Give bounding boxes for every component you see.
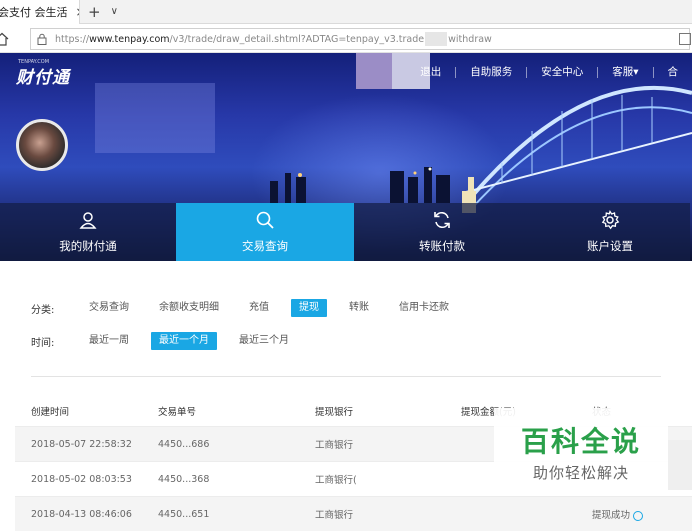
category-option[interactable]: 信用卡还款 <box>391 299 457 317</box>
category-option[interactable]: 转账 <box>341 299 377 317</box>
time-option[interactable]: 最近三个月 <box>231 332 297 350</box>
main-nav: 我的财付通 交易查询 转账付款 账户设置 <box>0 203 692 261</box>
category-label: 分类: <box>31 301 81 316</box>
success-icon <box>633 511 643 521</box>
tab-title: 会支付 会生活 <box>0 4 68 20</box>
redacted-block <box>668 440 692 490</box>
tab-my-tenpay[interactable]: 我的财付通 <box>0 203 176 261</box>
tab-account-settings[interactable]: 账户设置 <box>530 203 690 261</box>
cell-trade-id: 4450...686 <box>158 439 315 450</box>
cell-bank: 工商银行 <box>315 507 461 521</box>
time-option[interactable]: 最近一周 <box>81 332 137 350</box>
time-filter: 时间: 最近一周 最近一个月 最近三个月 <box>31 331 471 351</box>
url-tail: withdraw <box>448 34 492 45</box>
cell-bank: 工商银行( <box>315 472 461 486</box>
category-option-selected[interactable]: 提现 <box>291 299 327 317</box>
header-trade-id: 交易单号 <box>158 404 315 418</box>
home-icon[interactable] <box>0 32 9 46</box>
reader-view-icon[interactable] <box>679 33 691 45</box>
cell-status: 提现成功 <box>592 507 692 521</box>
hero-banner: TENPAY.COM 财付通 退出 自助服务 安全中心 客服▾ 合 <box>0 53 692 261</box>
table-row[interactable]: 2018-04-13 08:46:06 4450...651 工商银行 提现成功 <box>15 496 692 531</box>
category-filter: 分类: 交易查询 余额收支明细 充值 提现 转账 信用卡还款 <box>31 298 471 318</box>
cell-time: 2018-05-02 08:03:53 <box>15 474 158 485</box>
filters-panel: 分类: 交易查询 余额收支明细 充值 提现 转账 信用卡还款 时间: 最近一周 … <box>31 298 471 364</box>
watermark-sub: 助你轻松解决 <box>494 462 668 483</box>
redacted-block <box>356 53 392 89</box>
url-input[interactable]: https://www.tenpay.com/v3/trade/draw_det… <box>30 28 690 50</box>
header-bank: 提现银行 <box>315 404 461 418</box>
nav-logout[interactable]: 退出 <box>406 67 455 78</box>
tenpay-logo[interactable]: TENPAY.COM 财付通 <box>16 63 70 88</box>
time-option-selected[interactable]: 最近一个月 <box>151 332 217 350</box>
new-tab-icon[interactable]: + <box>88 3 101 21</box>
url-redaction <box>425 32 447 46</box>
tab-close-icon[interactable]: × <box>76 5 81 19</box>
logo-small-text: TENPAY.COM <box>18 59 49 65</box>
tab-label: 交易查询 <box>242 238 288 254</box>
url-host: www.tenpay.com <box>89 34 169 45</box>
category-option[interactable]: 余额收支明细 <box>151 299 227 317</box>
bridge-illustration <box>462 73 692 213</box>
address-bar: https://www.tenpay.com/v3/trade/draw_det… <box>0 25 692 53</box>
tab-transaction-query[interactable]: 交易查询 <box>176 203 354 261</box>
divider <box>31 376 661 377</box>
category-option[interactable]: 充值 <box>241 299 277 317</box>
browser-tab[interactable]: 会支付 会生活 × <box>0 0 80 24</box>
watermark-logo: 百科全说 助你轻松解决 <box>494 408 668 492</box>
header-created-time: 创建时间 <box>15 404 158 418</box>
tab-label: 转账付款 <box>419 238 465 254</box>
category-option[interactable]: 交易查询 <box>81 299 137 317</box>
cell-trade-id: 4450...368 <box>158 474 315 485</box>
lock-icon <box>37 33 47 45</box>
user-icon <box>78 210 98 230</box>
browser-tabbar: 会支付 会生活 × + ∨ <box>0 0 692 24</box>
tab-label: 我的财付通 <box>59 238 117 254</box>
tab-list-icon[interactable]: ∨ <box>111 6 118 17</box>
gear-icon <box>600 210 620 230</box>
logo-text: 财付通 <box>16 68 70 88</box>
url-path: /v3/trade/draw_detail.shtml?ADTAG=tenpay… <box>170 34 425 45</box>
status-text: 提现成功 <box>592 510 630 521</box>
watermark-main: 百科全说 <box>494 420 668 460</box>
search-icon <box>255 210 275 230</box>
refresh-icon <box>432 210 452 230</box>
cell-time: 2018-05-07 22:58:32 <box>15 439 158 450</box>
tab-transfer-payment[interactable]: 转账付款 <box>354 203 530 261</box>
time-label: 时间: <box>31 334 81 349</box>
redacted-username <box>95 83 215 153</box>
cell-bank: 工商银行 <box>315 437 461 451</box>
tab-label: 账户设置 <box>587 238 633 254</box>
url-prefix: https:// <box>55 34 89 45</box>
